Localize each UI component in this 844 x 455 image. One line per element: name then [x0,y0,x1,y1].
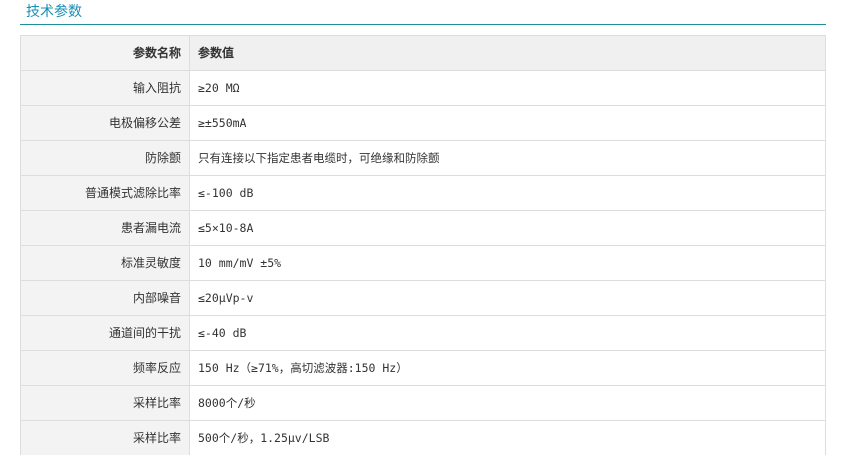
param-name: 通道间的干扰 [20,315,190,351]
param-value: 150 Hz（≥71%，高切滤波器:150 Hz） [189,350,826,386]
param-value: ≥20 MΩ [189,70,826,106]
param-name: 内部噪音 [20,280,190,316]
param-value: 只有连接以下指定患者电缆时，可绝缘和防除颤 [189,140,826,176]
param-value: 500个/秒，1.25μv/LSB [189,420,826,455]
param-name: 频率反应 [20,350,190,386]
table-row: 防除颤 只有连接以下指定患者电缆时，可绝缘和防除颤 [20,140,826,176]
param-value: ≤-40 dB [189,315,826,351]
table-row: 频率反应 150 Hz（≥71%，高切滤波器:150 Hz） [20,350,826,386]
table-row: 普通模式滤除比率 ≤-100 dB [20,175,826,211]
spec-table: 参数名称 参数值 输入阻抗 ≥20 MΩ 电极偏移公差 ≥±550mA 防除颤 … [20,35,826,455]
page: 技术参数 参数名称 参数值 输入阻抗 ≥20 MΩ 电极偏移公差 ≥±550mA… [0,0,844,455]
param-name: 采样比率 [20,385,190,421]
param-name: 电极偏移公差 [20,105,190,141]
param-name: 采样比率 [20,420,190,455]
table-row: 采样比率 500个/秒，1.25μv/LSB [20,420,826,455]
table-row: 采样比率 8000个/秒 [20,385,826,421]
param-value: ≥±550mA [189,105,826,141]
param-name: 患者漏电流 [20,210,190,246]
table-row: 输入阻抗 ≥20 MΩ [20,70,826,106]
param-value: ≤5×10-8A [189,210,826,246]
table-row: 电极偏移公差 ≥±550mA [20,105,826,141]
header-param-name: 参数名称 [20,35,190,71]
param-name: 输入阻抗 [20,70,190,106]
param-value: ≤20μVp-v [189,280,826,316]
param-value: 8000个/秒 [189,385,826,421]
section-title: 技术参数 [26,4,82,20]
table-header-row: 参数名称 参数值 [20,35,826,71]
param-name: 标准灵敏度 [20,245,190,281]
table-row: 内部噪音 ≤20μVp-v [20,280,826,316]
table-row: 通道间的干扰 ≤-40 dB [20,315,826,351]
param-name: 防除颤 [20,140,190,176]
table-row: 患者漏电流 ≤5×10-8A [20,210,826,246]
param-name: 普通模式滤除比率 [20,175,190,211]
param-value: 10 mm/mV ±5% [189,245,826,281]
param-value: ≤-100 dB [189,175,826,211]
table-row: 标准灵敏度 10 mm/mV ±5% [20,245,826,281]
section-header: 技术参数 [20,0,826,25]
header-param-value: 参数值 [189,35,826,71]
